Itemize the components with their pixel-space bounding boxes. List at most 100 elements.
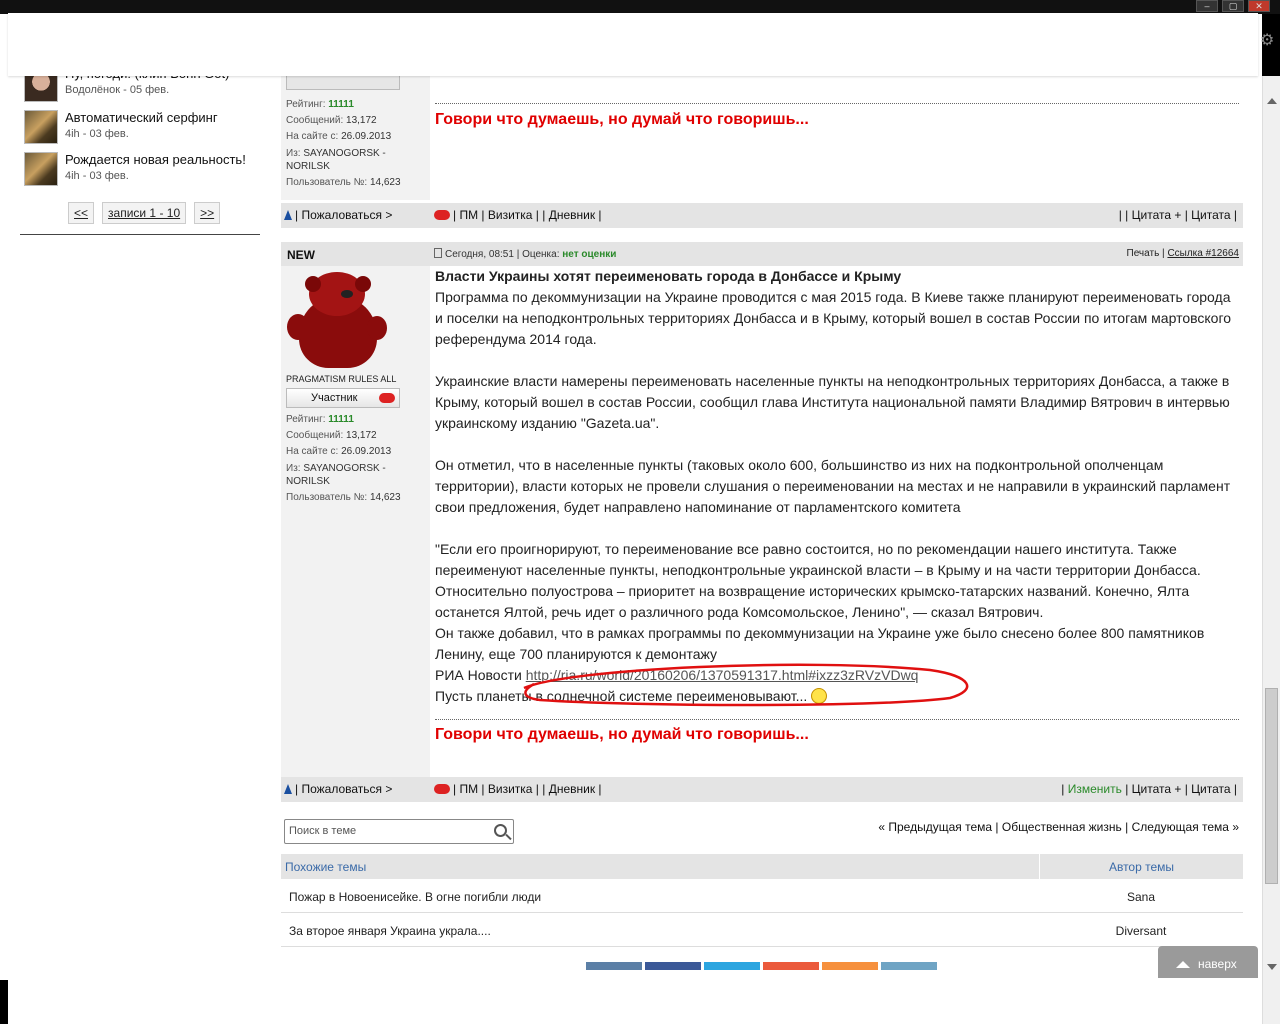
gear-icon[interactable]: ⚙ [1260,30,1276,49]
user-avatar[interactable] [24,110,58,144]
arrow-up-icon[interactable] [284,210,292,220]
minimize-button[interactable]: – [1196,0,1218,12]
stat-label: Пользователь №: [286,492,368,503]
post-rating: нет оценки [562,249,617,260]
topic-link[interactable]: За второе января Украина украла.... [289,924,491,938]
stat-label: Рейтинг: [286,414,326,425]
next-topic-link[interactable]: Следующая тема » [1132,820,1239,834]
user-avatar[interactable] [24,152,58,186]
scrollbar[interactable] [1262,76,1280,1024]
signature: Говори что думаешь, но думай что говориш… [435,726,809,743]
author-actions[interactable]: | ПМ | Визитка | | Дневник | [434,782,602,796]
author-actions[interactable]: | ПМ | Визитка | | Дневник | [434,208,602,222]
sidebar-entry[interactable]: Автоматический серфинг 4ih - 03 фев. [24,110,260,152]
sidebar-entry-title[interactable]: Рождается новая реальность! [65,152,246,167]
quote-links[interactable]: | Цитата + | Цитата | [1125,782,1237,796]
topic-author[interactable]: Diversant [1039,924,1243,938]
pager-prev-button[interactable]: << [68,202,95,224]
post-actions-bar: | Пожаловаться > | ПМ | Визитка | | Днев… [281,203,1243,228]
post-author-column: PRAGMATISM RULES ALL Участник Рейтинг: 1… [281,266,430,777]
complain-label[interactable]: | Пожаловаться > [295,208,392,222]
author-actions-label[interactable]: | ПМ | Визитка | | Дневник | [453,782,602,796]
print-link[interactable]: Печать [1127,248,1160,259]
maximize-button[interactable]: ▢ [1222,0,1244,12]
stat-from: SAYANOGORSK - NORILSK [286,463,386,487]
share-button[interactable] [645,962,701,970]
topic-posts: Рейтинг: 11111 Сообщений: 13,172 На сайт… [281,76,1243,812]
permalink[interactable]: Ссылка #12664 [1167,248,1239,259]
arrow-up-icon[interactable] [284,784,292,794]
stat-messages: 13,172 [346,115,377,126]
page-viewport: Ну, погоди! (клип Bonn Got) Водолёнок - … [0,0,1262,1024]
quote-actions: | Изменить | Цитата + | Цитата | [1061,782,1237,796]
quote-actions[interactable]: | | Цитата + | Цитата | [1119,208,1237,222]
browser-titlebar: – ▢ ✕ [0,0,1280,14]
sidebar-entry-title[interactable]: Автоматический серфинг [65,110,218,125]
share-button[interactable] [704,962,760,970]
sidebar-entry-meta: Водолёнок - 05 фев. [65,84,170,96]
stat-since: 26.09.2013 [341,446,392,457]
post: NEW Сегодня, 08:51 | Оценка: нет оценки … [281,242,1243,812]
share-button[interactable] [586,962,642,970]
topic-author[interactable]: Sana [1039,890,1243,904]
post-header: NEW Сегодня, 08:51 | Оценка: нет оценки … [281,242,1243,266]
search-input[interactable] [289,820,487,842]
post-author-column: Рейтинг: 11111 Сообщений: 13,172 На сайт… [281,76,430,200]
source-line: РИА Новости http://ria.ru/world/20160206… [435,665,1238,686]
stat-label: Пользователь №: [286,177,368,188]
author-name[interactable]: PRAGMATISM RULES ALL [281,374,430,384]
scroll-up-icon[interactable] [1267,98,1277,104]
search-box [284,819,514,844]
share-button[interactable] [881,962,937,970]
post-paragraph: Украинские власти намерены переименовать… [435,373,1230,431]
table-header: Похожие темы Автор темы [281,854,1243,879]
prev-topic-link[interactable]: « Предыдущая тема [878,820,992,834]
search-icon[interactable] [494,824,507,837]
smiley-icon [811,688,828,704]
back-to-top-button[interactable]: наверх [1158,946,1258,978]
pager-next-button[interactable]: >> [194,202,221,224]
browser-toolbar-overlay [8,13,1258,76]
closing-text: Пусть планеты в солнечной системе переим… [435,688,808,704]
status-icon [434,784,450,794]
topic-navigation: « Предыдущая тема | Общественная жизнь |… [878,820,1239,834]
stat-label: Из: [286,148,301,159]
complain-label[interactable]: | Пожаловаться > [295,782,392,796]
sidebar-entry-meta: 4ih - 03 фев. [65,128,129,140]
section-link[interactable]: Общественная жизнь [1002,820,1122,834]
share-button[interactable] [763,962,819,970]
table-row[interactable]: За второе января Украина украла.... Dive… [281,913,1243,947]
post: Рейтинг: 11111 Сообщений: 13,172 На сайт… [281,76,1243,228]
complain-link[interactable]: | Пожаловаться > [284,782,392,796]
author-avatar[interactable] [287,272,387,368]
post-content: Власти Украины хотят переименовать город… [430,266,1238,707]
signature-divider [435,103,1239,104]
post-paragraph: Он также добавил, что в рамках программы… [435,625,1205,662]
sidebar-entry[interactable]: Рождается новая реальность! 4ih - 03 фев… [24,152,260,194]
author-actions-label[interactable]: | ПМ | Визитка | | Дневник | [453,208,602,222]
post-meta: Сегодня, 08:51 | Оценка: нет оценки [434,248,616,260]
screen-edge [0,980,8,1024]
post-body: Говори что думаешь, но думай что говориш… [430,76,1243,129]
pager-range-button[interactable]: записи 1 - 10 [102,202,187,224]
share-button[interactable] [822,962,878,970]
post-date: Сегодня, 08:51 [445,249,514,260]
source-link[interactable]: http://ria.ru/world/20160206/1370591317.… [526,667,919,683]
table-row[interactable]: Пожар в Новоенисейке. В огне погибли люд… [281,879,1243,913]
edit-link[interactable]: Изменить [1068,782,1122,796]
share-bar [586,962,937,970]
post-actions-bar: | Пожаловаться > | ПМ | Визитка | | Днев… [281,777,1243,802]
stat-label: Из: [286,463,301,474]
complain-link[interactable]: | Пожаловаться > [284,208,392,222]
column-header-author: Автор темы [1039,854,1243,879]
topic-link[interactable]: Пожар в Новоенисейке. В огне погибли люд… [289,890,541,904]
member-badge: Участник [286,388,400,408]
scroll-down-icon[interactable] [1267,964,1277,970]
column-header-topic: Похожие темы [285,860,367,874]
scrollbar-thumb[interactable] [1265,688,1278,884]
stat-rating: 11111 [328,99,354,110]
close-button[interactable]: ✕ [1248,0,1270,12]
rating-label: | Оценка: [516,249,560,260]
post-body: Власти Украины хотят переименовать город… [430,266,1243,744]
back-to-top-label: наверх [1198,957,1237,971]
